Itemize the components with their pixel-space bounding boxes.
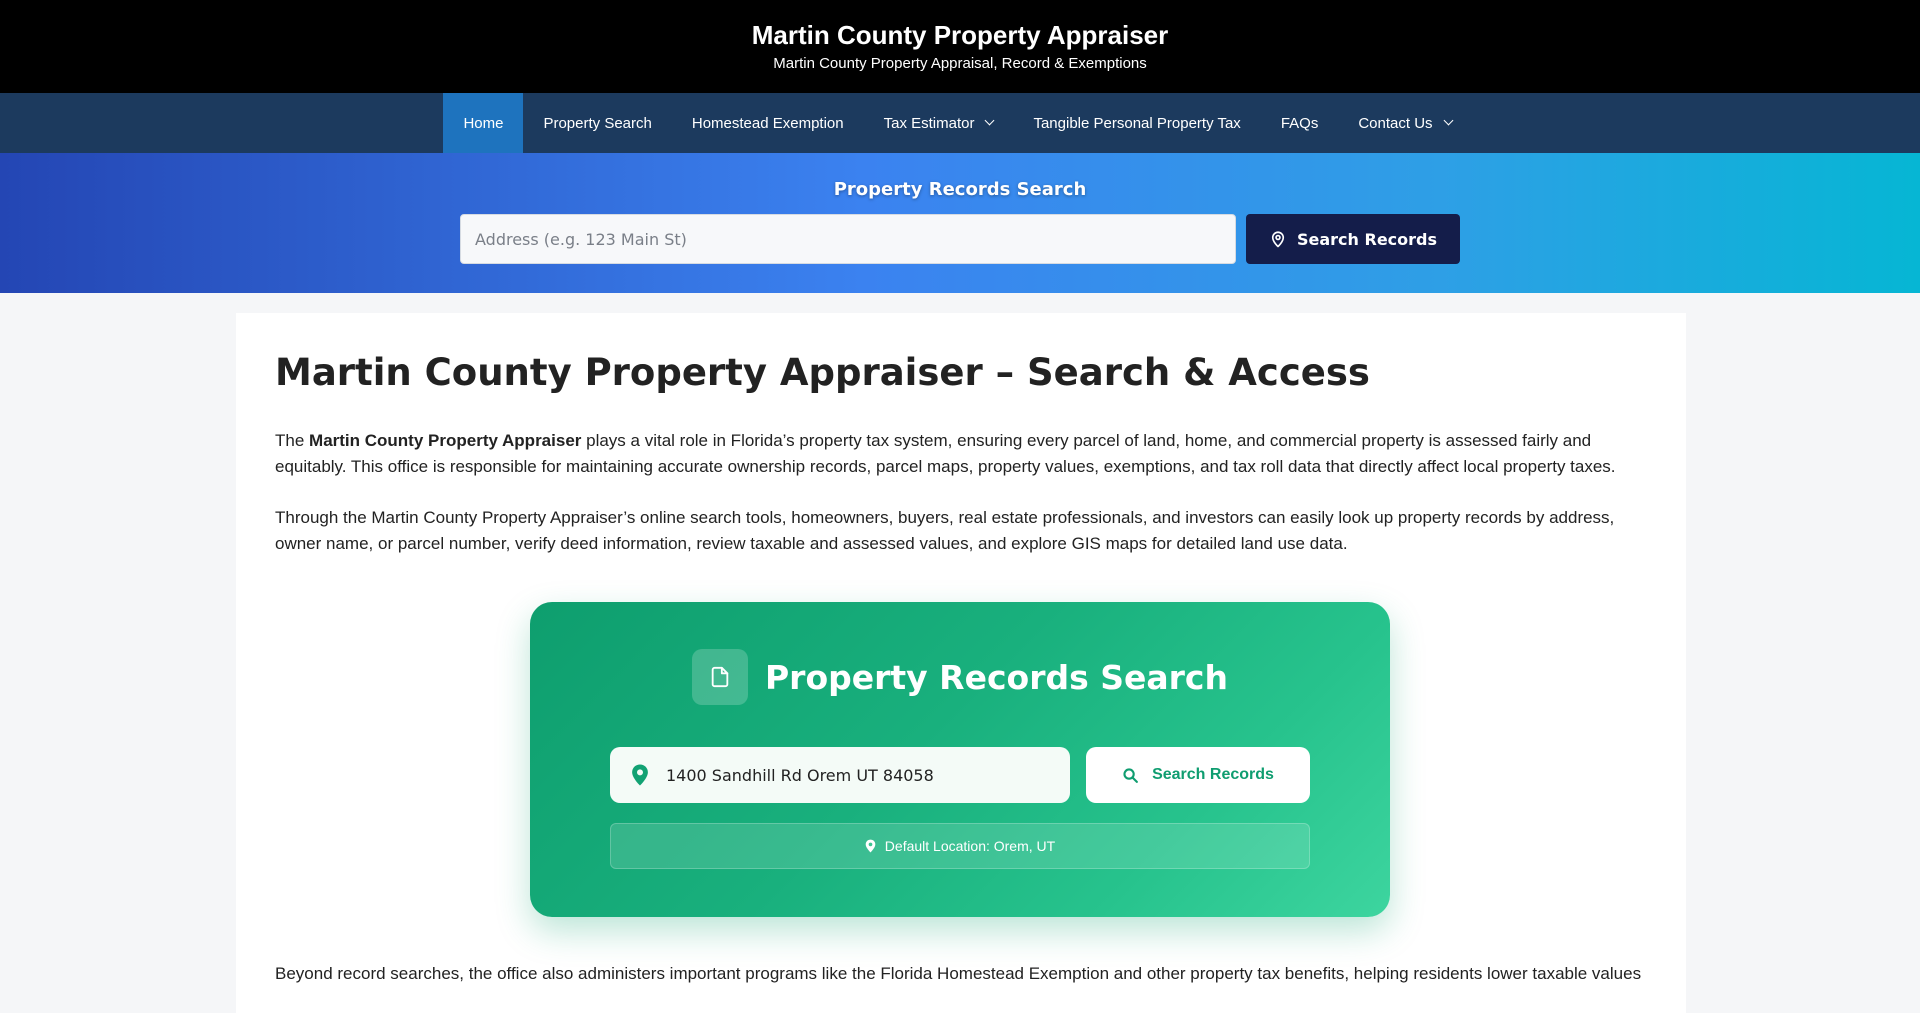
nav-item-label: Home: [463, 114, 504, 132]
nav-item-property-search[interactable]: Property Search: [523, 93, 671, 153]
nav-item-tax-estimator[interactable]: Tax Estimator: [864, 93, 1014, 153]
intro-bold-text: Martin County Property Appraiser: [309, 431, 582, 450]
hero-search-form: Search Records: [0, 214, 1920, 264]
chevron-down-icon: [985, 115, 995, 125]
page-title: Martin County Property Appraiser – Searc…: [275, 351, 1370, 394]
nav-item-label: FAQs: [1280, 114, 1319, 132]
intro-paragraph: The Martin County Property Appraiser pla…: [275, 428, 1646, 480]
nav-item-label: Tangible Personal Property Tax: [1033, 114, 1241, 132]
nav-item-contact-us[interactable]: Contact Us: [1338, 93, 1471, 153]
site-header: Martin County Property Appraiser Martin …: [0, 0, 1920, 93]
default-location-text: Default Location: Orem, UT: [884, 838, 1056, 854]
hero-search: Property Records Search Search Records: [0, 153, 1920, 293]
search-icon: [1122, 767, 1139, 784]
default-location-note: Default Location: Orem, UT: [610, 823, 1310, 869]
programs-paragraph: Beyond record searches, the office also …: [275, 964, 1642, 983]
location-pin-icon: [1269, 230, 1287, 248]
intro-text-start: The: [275, 431, 310, 450]
nav-item-label: Tax Estimator: [883, 114, 975, 132]
hero-search-button[interactable]: Search Records: [1246, 214, 1460, 264]
document-icon: [692, 649, 748, 705]
nav-item-tangible-personal-property-tax[interactable]: Tangible Personal Property Tax: [1013, 93, 1260, 153]
card-address-value: 1400 Sandhill Rd Orem UT 84058: [666, 765, 934, 785]
card-header: Property Records Search: [530, 649, 1390, 705]
card-search-button-label: Search Records: [1152, 766, 1274, 783]
main-nav: Home Property Search Homestead Exemption…: [0, 93, 1920, 153]
nav-item-faqs[interactable]: FAQs: [1261, 93, 1339, 153]
chevron-down-icon: [1443, 115, 1453, 125]
nav-item-label: Contact Us: [1358, 114, 1433, 132]
main-content: Martin County Property Appraiser – Searc…: [236, 313, 1686, 1013]
site-title[interactable]: Martin County Property Appraiser: [0, 20, 1920, 50]
nav-item-label: Homestead Exemption: [691, 114, 844, 132]
map-pin-icon: [631, 764, 649, 786]
nav-item-label: Property Search: [543, 114, 652, 132]
search-tools-paragraph: Through the Martin County Property Appra…: [275, 508, 1615, 553]
property-records-search-card: Property Records Search 1400 Sandhill Rd…: [530, 602, 1390, 917]
hero-title: Property Records Search: [833, 179, 1087, 200]
site-tagline: Martin County Property Appraisal, Record…: [773, 55, 1147, 72]
hero-search-button-label: Search Records: [1296, 229, 1438, 249]
nav-item-home[interactable]: Home: [443, 93, 524, 153]
card-title: Property Records Search: [765, 657, 1228, 697]
nav-item-homestead-exemption[interactable]: Homestead Exemption: [672, 93, 864, 153]
map-pin-icon: [865, 839, 876, 853]
address-search-input[interactable]: [460, 214, 1236, 264]
card-address-input[interactable]: 1400 Sandhill Rd Orem UT 84058: [610, 747, 1070, 803]
card-search-button[interactable]: Search Records: [1086, 747, 1310, 803]
